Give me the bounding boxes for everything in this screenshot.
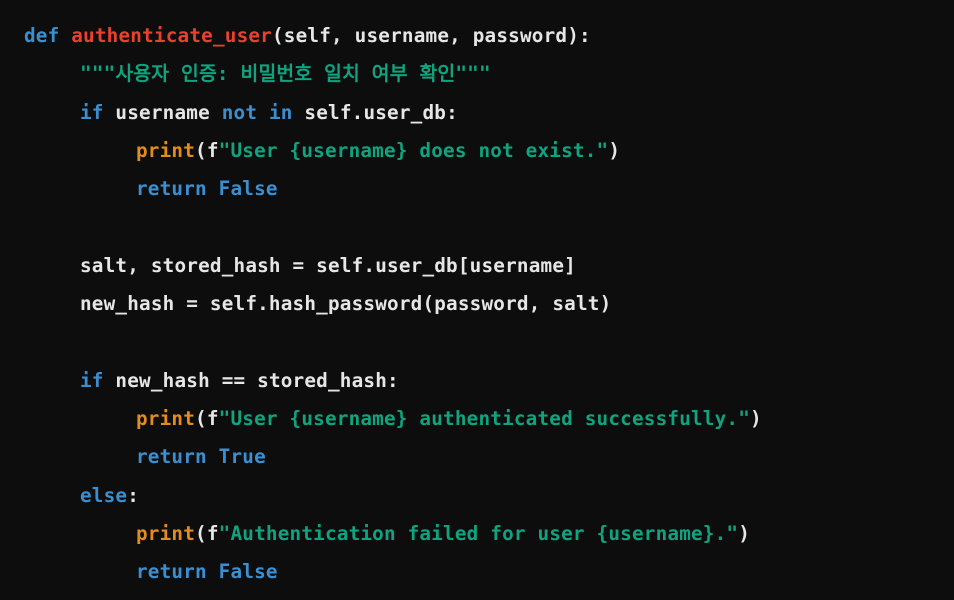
keyword-token: False (218, 177, 278, 201)
builtin-token: print (136, 521, 196, 545)
code-line: return False (0, 553, 954, 591)
code-token: ) (608, 138, 621, 162)
code-token: salt, stored_hash = self.user_db[usernam… (80, 253, 576, 277)
keyword-token: else (80, 483, 128, 507)
string-token: """사용자 인증: 비밀번호 일치 여부 확인""" (80, 62, 491, 86)
code-token: f (206, 406, 219, 430)
string-token: "Authentication failed for user {usernam… (218, 521, 739, 545)
keyword-token: return (136, 177, 207, 201)
keyword-token: not (221, 100, 258, 124)
keyword-token: return (136, 560, 207, 584)
keyword-token: False (218, 560, 278, 584)
builtin-token: print (136, 138, 196, 162)
code-line: return True (0, 438, 954, 476)
code-token: ( (195, 521, 207, 545)
code-token: ) (750, 406, 762, 430)
code-editor: def authenticate_user(self, username, pa… (0, 0, 954, 600)
keyword-token: return (136, 445, 207, 469)
code-token: ( (195, 138, 207, 162)
keyword-token: if (80, 100, 104, 124)
code-token: new_hash == stored_hash: (103, 368, 399, 392)
code-line: if new_hash == stored_hash: (0, 362, 954, 400)
builtin-token: print (136, 406, 196, 430)
code-line: """사용자 인증: 비밀번호 일치 여부 확인""" (0, 55, 954, 93)
code-token: f (206, 521, 219, 545)
code-token: username (103, 100, 222, 124)
keyword-token: if (80, 368, 104, 392)
code-token: self.user_db: (292, 100, 458, 124)
code-line: if username not in self.user_db: (0, 94, 954, 132)
code-line: print(f"Authentication failed for user {… (0, 515, 954, 553)
code-line: print(f"User {username} authenticated su… (0, 400, 954, 438)
code-token: f (206, 138, 219, 162)
string-token: "User {username} does not exist." (218, 138, 609, 162)
code-token: new_hash = self.hash_password(password, … (80, 292, 612, 316)
code-token: : (127, 483, 140, 507)
code-line: def authenticate_user(self, username, pa… (0, 17, 954, 55)
keyword-token: True (218, 445, 266, 469)
code-line: salt, stored_hash = self.user_db[usernam… (0, 247, 954, 285)
string-token: "User {username} authenticated successfu… (218, 406, 751, 430)
code-line: return False (0, 170, 954, 208)
code-line: print(f"User {username} does not exist."… (0, 132, 954, 170)
code-line: else: (0, 477, 954, 515)
code-line: new_hash = self.hash_password(password, … (0, 285, 954, 323)
keyword-token: in (268, 100, 293, 124)
code-token: ( (195, 406, 207, 430)
code-token: ) (738, 521, 751, 545)
function-name-token: authenticate_user (71, 24, 272, 47)
code-token: (self, username, password): (272, 24, 591, 47)
keyword-token: def (24, 24, 60, 47)
